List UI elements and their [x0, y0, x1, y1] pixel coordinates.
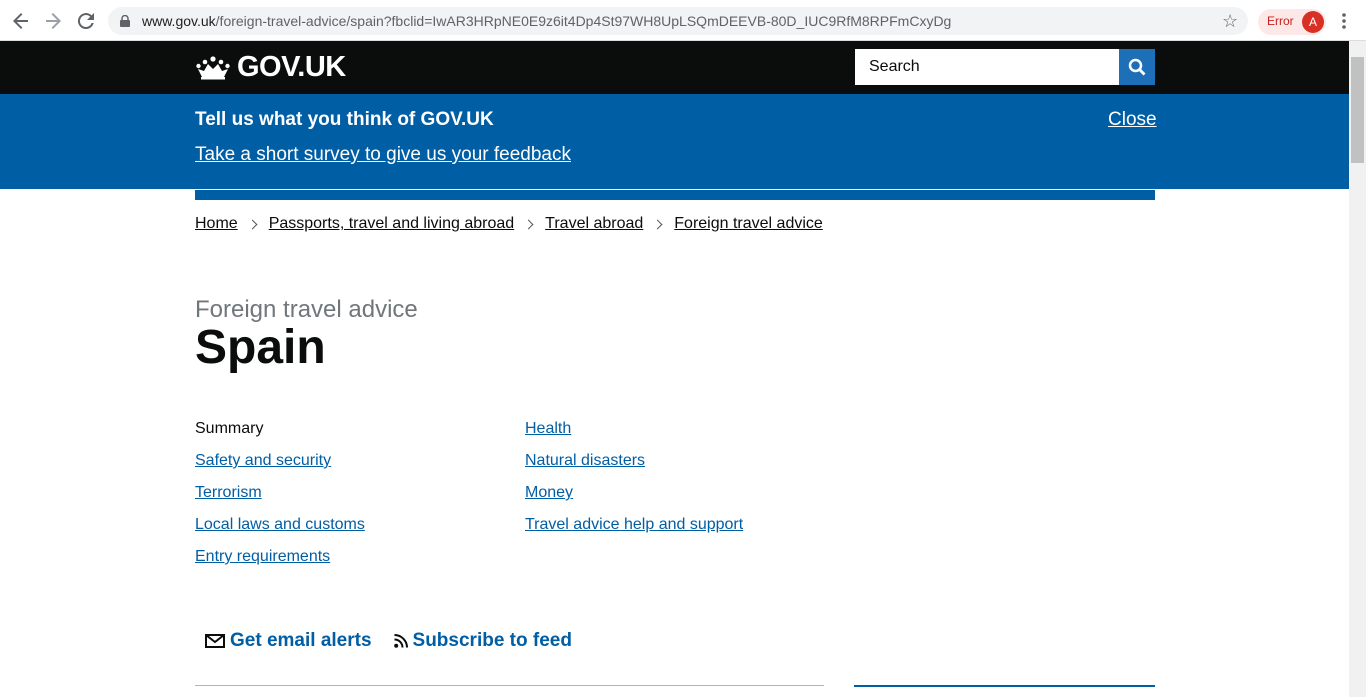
search-input[interactable]: [855, 49, 1119, 85]
govuk-logo-link[interactable]: GOV.UK: [195, 50, 346, 83]
avatar: A: [1302, 11, 1324, 33]
page-title: Spain: [195, 321, 326, 374]
part-link-help-support[interactable]: Travel advice help and support: [525, 516, 743, 533]
subscribe-feed-link[interactable]: Subscribe to feed: [393, 630, 572, 652]
survey-title: Tell us what you think of GOV.UK: [195, 109, 494, 130]
page-scrollbar[interactable]: [1349, 41, 1366, 697]
forward-arrow-icon[interactable]: [42, 10, 64, 32]
part-summary-current: Summary: [195, 420, 264, 437]
breadcrumb: Home Passports, travel and living abroad…: [195, 215, 823, 233]
breadcrumb-chevron-icon: [652, 219, 663, 229]
govuk-header: GOV.UK: [0, 41, 1349, 94]
part-link-local-laws[interactable]: Local laws and customs: [195, 516, 365, 533]
part-link-money[interactable]: Money: [525, 484, 573, 501]
survey-link[interactable]: Take a short survey to give us your feed…: [195, 144, 571, 166]
part-link-terrorism[interactable]: Terrorism: [195, 484, 262, 501]
url-text: www.gov.uk/foreign-travel-advice/spain?f…: [142, 13, 951, 29]
menu-dots-icon[interactable]: [1336, 10, 1352, 32]
breadcrumb-chevron-icon: [523, 219, 534, 229]
email-alerts-link[interactable]: Get email alerts: [205, 630, 372, 652]
parts-nav-left: Summary Safety and security Terrorism Lo…: [195, 420, 365, 580]
sidebar-divider: [854, 685, 1155, 687]
logo-text: GOV.UK: [237, 50, 346, 83]
parts-nav-right: Health Natural disasters Money Travel ad…: [525, 420, 743, 548]
subscriptions: Get email alerts Subscribe to feed: [205, 630, 572, 652]
part-link-safety[interactable]: Safety and security: [195, 452, 331, 469]
error-label: Error: [1267, 14, 1294, 28]
url-host: www.gov.uk: [142, 13, 216, 29]
survey-banner: Tell us what you think of GOV.UK Take a …: [0, 94, 1349, 189]
crown-icon: [196, 56, 230, 80]
breadcrumb-foreign-travel-advice[interactable]: Foreign travel advice: [674, 215, 823, 233]
browser-toolbar: www.gov.uk/foreign-travel-advice/spain?f…: [0, 0, 1366, 41]
content-divider: [195, 685, 824, 686]
bookmark-star-icon[interactable]: ☆: [1222, 11, 1238, 32]
part-link-entry-requirements[interactable]: Entry requirements: [195, 548, 330, 565]
search-icon: [1128, 58, 1146, 76]
address-bar[interactable]: www.gov.uk/foreign-travel-advice/spain?f…: [108, 7, 1248, 35]
rss-feed-icon: [393, 634, 408, 648]
profile-error-button[interactable]: Error A: [1258, 9, 1326, 35]
breadcrumb-chevron-icon: [247, 219, 258, 229]
survey-close-button[interactable]: Close: [1108, 109, 1157, 131]
breadcrumb-passports[interactable]: Passports, travel and living abroad: [269, 215, 514, 233]
breadcrumb-home[interactable]: Home: [195, 215, 238, 233]
blue-divider: [195, 190, 1155, 200]
part-link-health[interactable]: Health: [525, 420, 571, 437]
search-button[interactable]: [1119, 49, 1155, 85]
envelope-icon: [205, 634, 225, 648]
part-link-natural-disasters[interactable]: Natural disasters: [525, 452, 645, 469]
lock-icon: [120, 15, 130, 27]
scroll-thumb[interactable]: [1351, 57, 1364, 163]
breadcrumb-travel-abroad[interactable]: Travel abroad: [545, 215, 643, 233]
email-alerts-label: Get email alerts: [230, 630, 372, 651]
subscribe-feed-label: Subscribe to feed: [412, 630, 572, 651]
reload-icon[interactable]: [75, 10, 97, 32]
url-path: /foreign-travel-advice/spain?fbclid=IwAR…: [215, 13, 952, 29]
back-arrow-icon[interactable]: [10, 10, 32, 32]
